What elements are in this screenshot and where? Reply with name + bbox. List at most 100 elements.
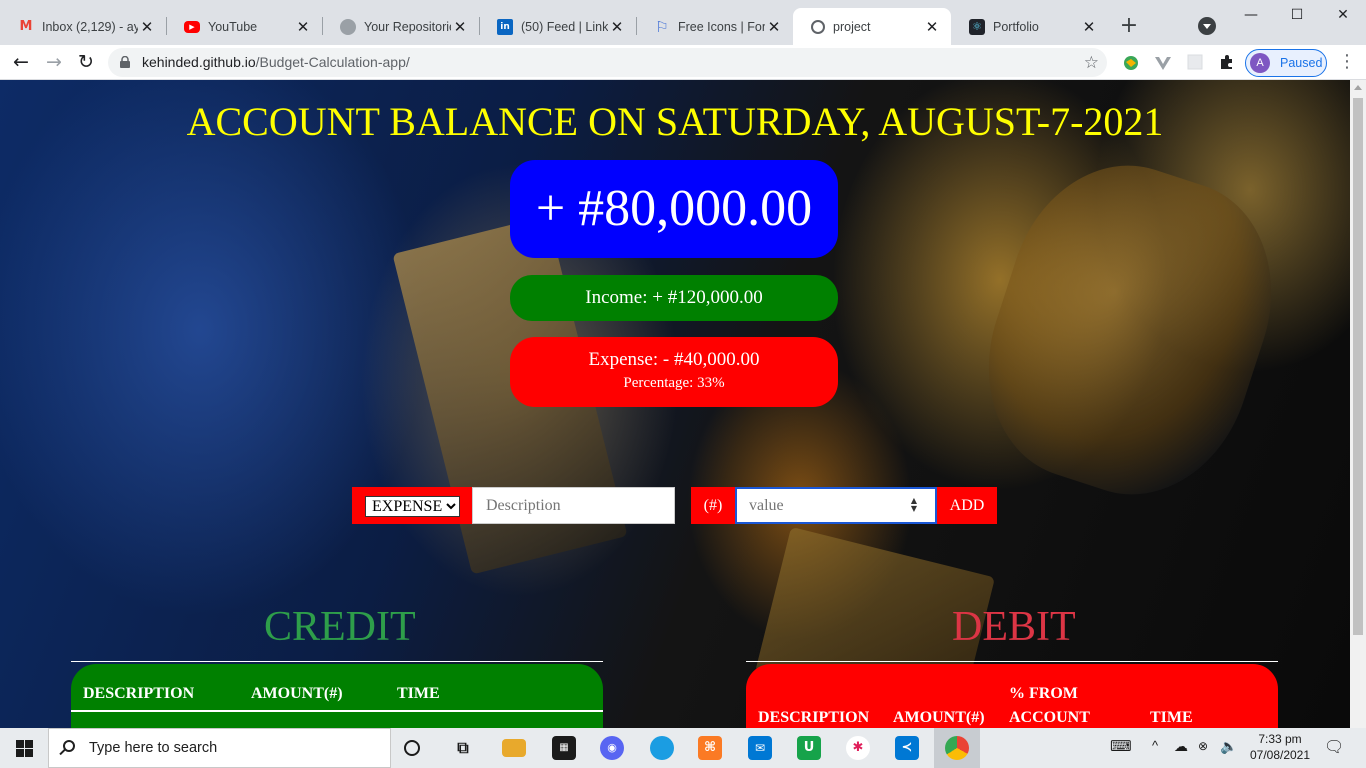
- credit-header-amount: AMOUNT(#): [251, 685, 343, 702]
- bookmark-star-icon[interactable]: ☆: [1084, 48, 1099, 77]
- extensions-puzzle-icon[interactable]: [1218, 54, 1236, 72]
- file-explorer-icon[interactable]: [502, 739, 526, 757]
- close-tab-icon[interactable]: ✕: [451, 18, 469, 36]
- close-tab-icon[interactable]: ✕: [1080, 18, 1098, 36]
- credit-table: DESCRIPTION AMOUNT(#) TIME: [71, 664, 603, 728]
- close-tab-icon[interactable]: ✕: [608, 18, 626, 36]
- slack-icon[interactable]: ✱: [846, 736, 870, 760]
- expense-percentage: Percentage: 33%: [623, 375, 725, 391]
- expense-summary: Expense: - #40,000.00 Percentage: 33%: [510, 337, 838, 407]
- back-button[interactable]: ←: [7, 49, 35, 77]
- edge-icon[interactable]: [650, 736, 674, 760]
- tab-title: Portfolio: [993, 19, 1039, 34]
- close-tab-icon[interactable]: ✕: [294, 18, 312, 36]
- tab-font-awesome[interactable]: ⚐ Free Icons | Font A ✕: [636, 8, 793, 45]
- tray-chevron-icon[interactable]: ^: [1152, 738, 1158, 768]
- debit-title: DEBIT: [952, 604, 1076, 650]
- description-input[interactable]: [472, 487, 675, 524]
- extension-placeholder-icon[interactable]: [1186, 54, 1204, 72]
- expense-amount: Expense: - #40,000.00: [588, 349, 760, 370]
- lock-icon: [120, 56, 130, 68]
- scrollbar-thumb[interactable]: [1353, 98, 1363, 635]
- balance-display: + #80,000.00: [510, 160, 838, 258]
- forward-button[interactable]: →: [40, 49, 68, 77]
- add-button[interactable]: ADD: [937, 487, 997, 524]
- profile-button[interactable]: A Paused: [1245, 49, 1327, 77]
- url-host: kehinded.github.io: [142, 54, 256, 70]
- start-button[interactable]: [0, 728, 48, 768]
- browser-toolbar: ← → ↻ kehinded.github.io/Budget-Calculat…: [0, 45, 1366, 80]
- url-path: /Budget-Calculation-app/: [255, 54, 410, 70]
- network-icon[interactable]: ⊗: [1198, 739, 1208, 768]
- minimize-button[interactable]: —: [1228, 4, 1274, 28]
- upwork-icon[interactable]: U: [797, 736, 821, 760]
- tab-title: Free Icons | Font A: [678, 19, 765, 34]
- maximize-button[interactable]: ☐: [1274, 4, 1320, 28]
- taskbar-search-box[interactable]: Type here to search: [48, 728, 391, 768]
- task-view-icon[interactable]: ⧉: [451, 736, 475, 760]
- debit-header-percent: % FROM: [1009, 685, 1078, 702]
- onedrive-icon[interactable]: ☁: [1174, 738, 1188, 768]
- avatar: A: [1250, 53, 1270, 73]
- income-summary: Income: + #120,000.00: [510, 275, 838, 321]
- type-select-wrapper: INCOMEEXPENSE: [352, 487, 472, 524]
- budget-app-page: ACCOUNT BALANCE ON SATURDAY, AUGUST-7-20…: [0, 80, 1350, 728]
- clock-time: 7:33 pm: [1258, 732, 1302, 746]
- tab-title: (50) Feed | Linked: [521, 19, 608, 34]
- mail-icon[interactable]: ✉: [748, 736, 772, 760]
- windows-taskbar: Type here to search ⧉ ▦ ◉ ⌘ ✉ U ✱ ≺ ⌨ ^ …: [0, 728, 1366, 768]
- tab-title: Inbox (2,129) - ay: [42, 19, 138, 34]
- tab-title: Your Repositories: [364, 19, 451, 34]
- number-spinner-icon[interactable]: ▲ ▼: [908, 497, 920, 515]
- profile-status: Paused: [1280, 56, 1323, 70]
- notification-icon[interactable]: 🗨: [1324, 737, 1344, 768]
- credit-title: CREDIT: [264, 604, 416, 650]
- page-scrollbar[interactable]: [1350, 80, 1366, 728]
- microsoft-store-icon[interactable]: ▦: [552, 736, 576, 760]
- linkedin-icon: in: [497, 18, 513, 35]
- scroll-up-icon[interactable]: [1354, 85, 1362, 90]
- type-select[interactable]: INCOMEEXPENSE: [365, 496, 460, 517]
- extension-globe-icon[interactable]: [1122, 54, 1140, 72]
- tab-project[interactable]: project ✕: [793, 8, 951, 45]
- value-input[interactable]: [735, 487, 937, 524]
- flag-icon: ⚐: [655, 17, 669, 36]
- cortana-icon[interactable]: [404, 740, 420, 756]
- credit-header-divider: [71, 710, 603, 712]
- currency-label: (#): [691, 487, 735, 524]
- close-tab-icon[interactable]: ✕: [765, 18, 783, 36]
- volume-icon[interactable]: 🔈: [1220, 738, 1237, 768]
- address-bar[interactable]: kehinded.github.io/Budget-Calculation-ap…: [108, 48, 1107, 77]
- globe-icon: [811, 19, 825, 34]
- tab-youtube[interactable]: ▶ YouTube ✕: [166, 8, 322, 45]
- reload-button[interactable]: ↻: [72, 49, 100, 77]
- vscode-icon[interactable]: ≺: [895, 736, 919, 760]
- discord-icon[interactable]: ◉: [600, 736, 624, 760]
- tab-search-button[interactable]: [1198, 17, 1216, 35]
- debit-header-description: DESCRIPTION: [758, 709, 870, 726]
- close-window-button[interactable]: ✕: [1320, 4, 1366, 28]
- xampp-icon[interactable]: ⌘: [698, 736, 722, 760]
- search-icon: [63, 740, 75, 752]
- credit-divider: [71, 661, 603, 662]
- close-tab-icon[interactable]: ✕: [138, 18, 156, 36]
- tab-portfolio[interactable]: ⚛ Portfolio ✕: [951, 8, 1108, 45]
- tab-gmail[interactable]: M Inbox (2,129) - ay ✕: [0, 8, 166, 45]
- debit-divider: [746, 661, 1278, 662]
- debit-header-account: ACCOUNT: [1009, 709, 1090, 726]
- close-tab-icon[interactable]: ✕: [923, 18, 941, 36]
- debit-header-amount: AMOUNT(#): [893, 709, 985, 726]
- tab-github[interactable]: Your Repositories ✕: [322, 8, 479, 45]
- extension-vue-icon[interactable]: [1154, 54, 1172, 72]
- keyboard-icon[interactable]: ⌨: [1110, 737, 1132, 768]
- taskbar-clock[interactable]: 7:33 pm 07/08/2021: [1240, 731, 1320, 763]
- credit-header-description: DESCRIPTION: [83, 685, 195, 702]
- tab-title: project: [833, 19, 871, 34]
- tab-linkedin[interactable]: in (50) Feed | Linked ✕: [479, 8, 636, 45]
- youtube-icon: ▶: [184, 20, 200, 33]
- new-tab-button[interactable]: +: [1116, 14, 1142, 40]
- chrome-icon[interactable]: [945, 736, 969, 760]
- credit-header-time: TIME: [397, 685, 440, 702]
- browser-menu-icon[interactable]: ⋮: [1338, 51, 1356, 73]
- gmail-icon: M: [19, 19, 33, 34]
